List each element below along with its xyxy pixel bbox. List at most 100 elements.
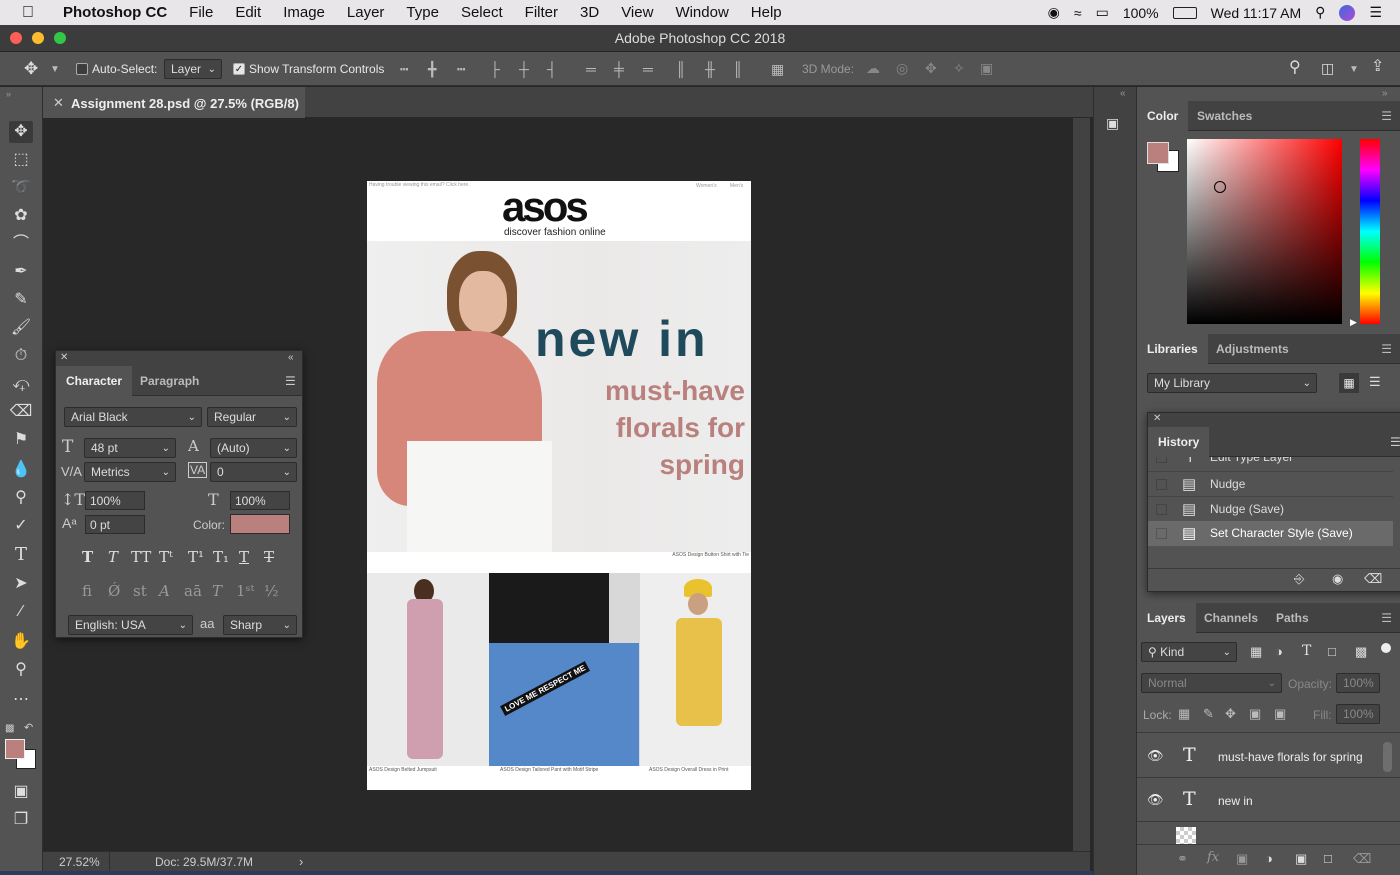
baseline-shift-field[interactable]: 0 pt — [85, 515, 145, 534]
chevron-down-icon[interactable]: ▼ — [50, 62, 60, 78]
trash-icon[interactable]: ⌫ — [1364, 571, 1382, 587]
lock-artboard-icon[interactable]: ▣ — [1249, 706, 1261, 722]
small-caps-icon[interactable]: Tᵗ — [159, 548, 173, 566]
fractions-icon[interactable]: ½ — [264, 582, 279, 600]
all-caps-icon[interactable]: TT — [131, 548, 151, 566]
distribute-vcenter-icon[interactable]: ╪ — [614, 61, 624, 77]
battery-icon[interactable] — [1172, 6, 1197, 19]
panel-menu-icon[interactable]: ☰ — [1381, 342, 1392, 356]
library-dropdown[interactable]: My Library ⌄ — [1147, 373, 1317, 393]
tab-channels[interactable]: Channels — [1194, 603, 1268, 633]
hue-slider-handle-icon[interactable]: ▶ — [1350, 317, 1357, 328]
menu-image[interactable]: Image — [272, 4, 336, 21]
eyedropper-tool-icon[interactable]: ✒ — [9, 261, 33, 283]
menu-app[interactable]: Photoshop CC — [45, 4, 178, 21]
grid-view-icon[interactable]: ▦ — [1339, 373, 1359, 393]
link-layers-icon[interactable]: ⚭ — [1177, 851, 1188, 867]
horizontal-scale-field[interactable]: 100% — [230, 491, 290, 510]
color-picker-marker[interactable] — [1214, 181, 1226, 193]
snapshot-camera-icon[interactable]: ◉ — [1332, 571, 1343, 587]
lasso-tool-icon[interactable]: ➰ — [9, 177, 33, 199]
menu-select[interactable]: Select — [450, 4, 514, 21]
menu-type[interactable]: Type — [395, 4, 450, 21]
hue-slider[interactable] — [1360, 139, 1380, 324]
old-style-icon[interactable]: Ǿ — [108, 582, 120, 600]
tab-paragraph[interactable]: Paragraph — [130, 366, 209, 396]
3d-panel-icon[interactable]: ▣ — [1106, 115, 1126, 135]
3d-orbit-icon[interactable]: ☁ — [866, 60, 880, 76]
distribute-left-icon[interactable]: ║ — [676, 61, 686, 77]
list-view-icon[interactable]: ☰ — [1369, 374, 1381, 390]
clock[interactable]: Wed 11:17 AM — [1211, 5, 1302, 21]
strikethrough-icon[interactable]: T — [264, 548, 274, 566]
zoom-level[interactable]: 27.52% — [59, 855, 100, 869]
delete-layer-icon[interactable]: ⌫ — [1353, 851, 1371, 867]
new-document-from-state-icon[interactable]: ⎆ — [1294, 571, 1304, 587]
layers-scrollbar[interactable] — [1383, 742, 1392, 772]
wifi-icon[interactable]: ≈ — [1074, 5, 1082, 21]
close-panel-icon[interactable]: ✕ — [60, 352, 68, 363]
distribute-hcenter-icon[interactable]: ╫ — [705, 61, 715, 77]
move-tool-preset-icon[interactable]: ✥ — [24, 60, 38, 77]
color-fg-swatch[interactable] — [1147, 142, 1169, 164]
menu-window[interactable]: Window — [664, 4, 739, 21]
layer-filter-kind-dropdown[interactable]: ⚲ Kind ⌄ — [1141, 642, 1237, 662]
zoom-tool-icon[interactable]: ⚲ — [9, 659, 33, 681]
swap-colors-icon[interactable]: ↶ — [24, 721, 33, 734]
filter-toggle-icon[interactable] — [1381, 643, 1391, 653]
add-mask-icon[interactable]: ▣ — [1236, 851, 1248, 867]
minimize-window-icon[interactable] — [32, 32, 44, 44]
3d-roll-icon[interactable]: ◎ — [896, 60, 908, 76]
faux-italic-icon[interactable]: T — [108, 548, 118, 566]
align-vcenter-icon[interactable]: ╋ — [428, 61, 436, 77]
expand-panels-icon[interactable]: « — [1120, 88, 1126, 99]
character-panel-header[interactable]: ✕ « — [56, 351, 302, 366]
titling-icon[interactable]: T — [212, 582, 222, 600]
align-right-icon[interactable]: ┤ — [547, 61, 557, 77]
leading-field[interactable]: (Auto) ⌄ — [210, 438, 297, 458]
history-item[interactable]: ▤ Nudge (Save) — [1148, 496, 1393, 521]
blur-tool-icon[interactable]: 💧 — [9, 459, 33, 481]
show-transform-checkbox[interactable]: ✓ — [233, 63, 245, 75]
lock-paint-icon[interactable]: ✎ — [1203, 706, 1214, 722]
align-top-icon[interactable]: ┅ — [400, 61, 408, 77]
brush-tool-icon[interactable]: 🖌 — [9, 317, 33, 339]
menu-help[interactable]: Help — [740, 4, 793, 21]
close-panel-icon[interactable]: ✕ — [1153, 413, 1161, 424]
discretionary-ligatures-icon[interactable]: st — [133, 582, 147, 600]
creative-cloud-icon[interactable]: ◉ — [1048, 4, 1060, 21]
hand-tool-icon[interactable]: ✋ — [9, 631, 33, 653]
eye-icon[interactable]: 👁 — [1147, 792, 1164, 808]
text-color-swatch[interactable] — [230, 514, 290, 534]
panel-menu-icon[interactable]: ☰ — [1381, 611, 1392, 625]
more-tools-icon[interactable]: ⋯ — [9, 689, 33, 711]
tab-character[interactable]: Character — [56, 366, 133, 396]
vertical-scale-field[interactable]: 100% — [85, 491, 145, 510]
type-tool-icon[interactable]: T — [9, 544, 33, 566]
vertical-scrollbar[interactable] — [1073, 118, 1090, 851]
panel-menu-icon[interactable]: ☰ — [1381, 109, 1392, 123]
distribute-right-icon[interactable]: ║ — [733, 61, 743, 77]
3d-slide-icon[interactable]: ✧ — [953, 60, 965, 76]
auto-select-checkbox[interactable] — [76, 63, 88, 75]
history-panel-header[interactable]: ✕ — [1148, 413, 1400, 427]
tab-swatches[interactable]: Swatches — [1187, 101, 1262, 131]
layer-row[interactable]: 👁 T must-have florals for spring — [1137, 734, 1400, 778]
layer-row[interactable]: 👁 T new in — [1137, 778, 1400, 822]
foreground-color-swatch[interactable] — [5, 739, 25, 759]
faux-bold-icon[interactable]: T — [82, 548, 93, 566]
stylistic-alternates-icon[interactable]: aā — [184, 582, 202, 600]
align-hcenter-icon[interactable]: ┼ — [519, 61, 529, 77]
menu-layer[interactable]: Layer — [336, 4, 396, 21]
zoom-window-icon[interactable] — [54, 32, 66, 44]
filter-adjustment-icon[interactable]: ◑ — [1275, 644, 1283, 659]
align-left-icon[interactable]: ├ — [490, 61, 500, 77]
share-icon[interactable]: ⇪ — [1371, 59, 1384, 75]
3d-pan-icon[interactable]: ✥ — [925, 60, 937, 76]
history-item-selected[interactable]: ▤ Set Character Style (Save) — [1148, 521, 1393, 546]
superscript-icon[interactable]: T¹ — [188, 548, 204, 566]
new-layer-icon[interactable]: □ — [1324, 851, 1332, 866]
adjustment-layer-icon[interactable]: ◑ — [1265, 851, 1273, 866]
panel-menu-icon[interactable]: ☰ — [1390, 435, 1400, 449]
lock-all-icon[interactable]: ▣ — [1274, 706, 1286, 722]
